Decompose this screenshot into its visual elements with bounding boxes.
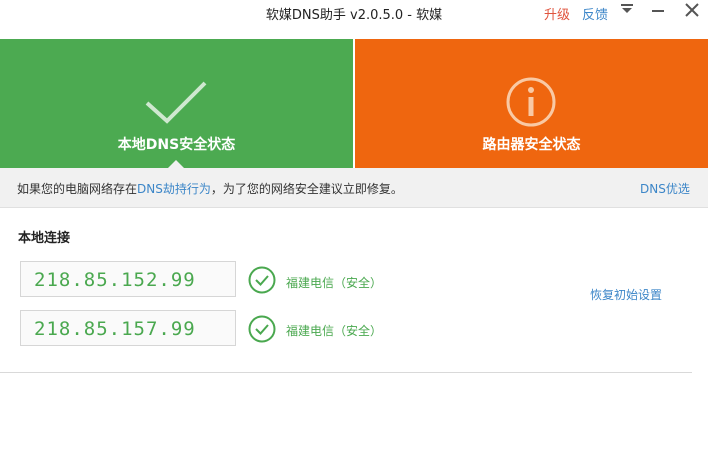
dns-status-label: 福建电信（安全） [286,324,383,338]
check-circle-icon [248,315,276,343]
restore-default-link[interactable]: 恢复初始设置 [590,286,662,303]
menu-dropdown-icon[interactable] [619,2,635,16]
info-icon [506,77,556,127]
panel-selected-pointer [168,160,184,168]
dns-status-label: 福建电信（安全） [286,276,383,290]
feedback-link[interactable]: 反馈 [582,4,608,23]
local-dns-panel-label: 本地DNS安全状态 [117,137,236,153]
close-icon[interactable] [683,2,701,18]
check-icon [145,81,207,124]
local-dns-panel[interactable]: 本地DNS安全状态 [0,39,353,168]
notice-prefix: 如果您的电脑网络存在 [17,182,138,196]
hijack-notice-bar: 如果您的电脑网络存在DNS劫持行为，为了您的网络安全建议立即修复。 DNS优选 [0,168,708,208]
notice-suffix: ，为了您的网络安全建议立即修复。 [210,182,403,196]
dns-optimize-link[interactable]: DNS优选 [640,180,690,197]
notice-text: 如果您的电脑网络存在DNS劫持行为，为了您的网络安全建议立即修复。 [17,180,403,197]
router-panel-label: 路由器安全状态 [482,137,581,153]
dns-ip-field: 218.85.157.99 [20,310,236,346]
local-connection-title: 本地连接 [18,231,71,246]
dns-ip-field: 218.85.152.99 [20,261,236,297]
router-panel[interactable]: 路由器安全状态 [355,39,708,168]
bottom-divider [0,372,692,373]
dns-hijack-link[interactable]: DNS劫持行为 [137,182,211,196]
minimize-icon[interactable] [650,2,666,16]
upgrade-link[interactable]: 升级 [544,4,570,23]
check-circle-icon [248,266,276,294]
title-bar: 软媒DNS助手 v2.0.5.0 - 软媒 升级 反馈 [0,0,708,39]
